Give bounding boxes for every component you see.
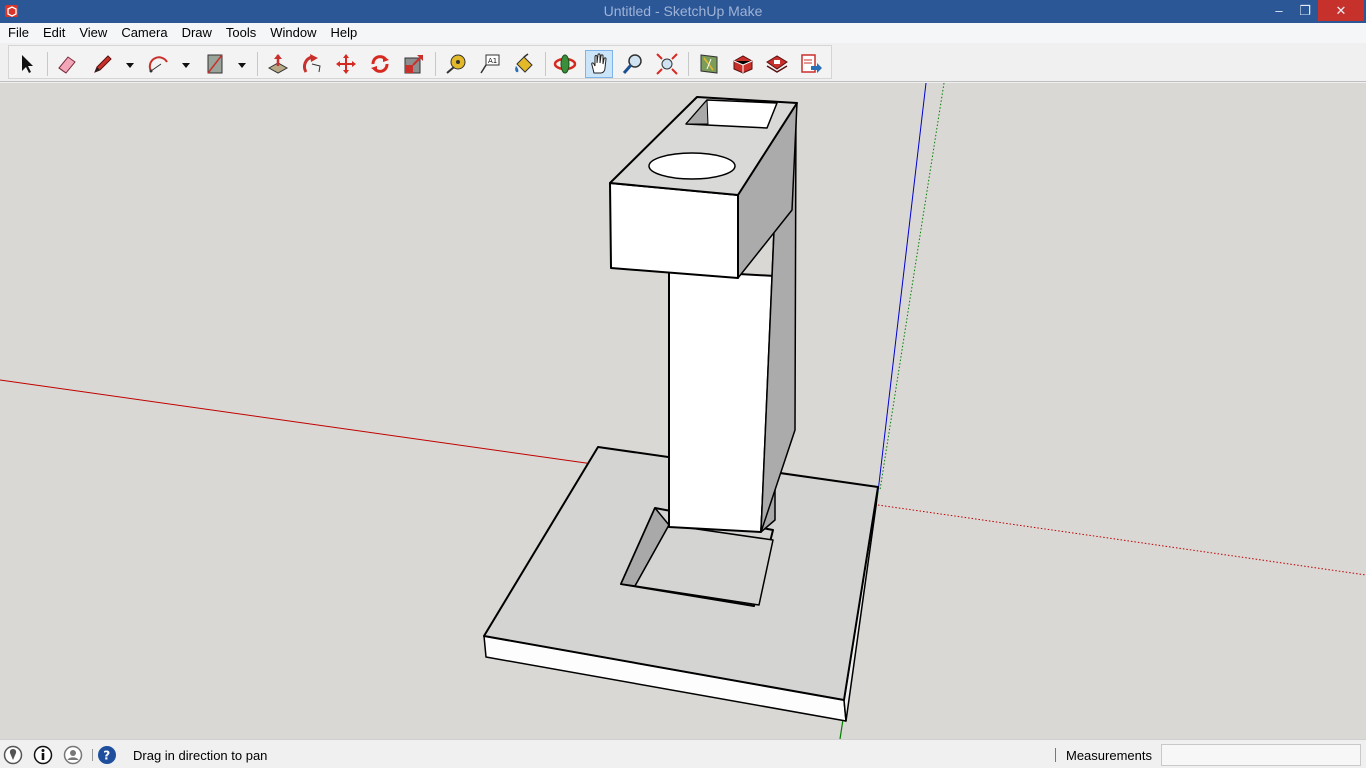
move-icon	[336, 54, 356, 74]
green-axis-dotted-line	[879, 83, 945, 491]
status-bar: ? Drag in direction to pan Measurements	[0, 739, 1366, 768]
status-message: Drag in direction to pan	[133, 748, 268, 763]
toolbar-separator	[47, 52, 48, 76]
maximize-button[interactable]: ❐	[1292, 0, 1318, 21]
chevron-down-icon[interactable]	[125, 60, 135, 70]
line-tool-button[interactable]	[89, 50, 117, 78]
tape-measure-tool-button[interactable]	[442, 50, 470, 78]
add-location-button[interactable]	[695, 50, 723, 78]
minimize-button[interactable]: ‒	[1266, 0, 1292, 21]
model-top-block	[609, 96, 798, 279]
pencil-icon	[94, 55, 112, 73]
hand-icon	[591, 53, 607, 74]
menu-bar: File Edit View Camera Draw Tools Window …	[0, 23, 1366, 43]
zoom-extents-tool-button[interactable]	[653, 50, 681, 78]
orbit-icon	[553, 54, 577, 74]
magnifier-icon	[622, 54, 642, 74]
drawing-area[interactable]	[0, 83, 1366, 739]
rectangle-icon	[207, 54, 223, 74]
scale-tool-button[interactable]	[400, 50, 428, 78]
orbit-tool-button[interactable]	[551, 50, 579, 78]
pan-tool-button[interactable]	[585, 50, 613, 78]
toolbar-separator	[435, 52, 436, 76]
arrow-cursor-icon	[22, 55, 33, 73]
toolbar-separator	[257, 52, 258, 76]
title-bar: Untitled - SketchUp Make ‒ ❐ ✕	[0, 0, 1366, 23]
select-tool-button[interactable]	[13, 50, 41, 78]
rectangle-tool-button[interactable]	[201, 50, 229, 78]
red-axis-line	[0, 379, 601, 466]
status-separator	[1055, 748, 1056, 762]
getting-started-toolbar: A1	[8, 45, 832, 79]
toolbar: A1	[0, 43, 1366, 82]
toolbar-separator	[545, 52, 546, 76]
user-icon[interactable]	[63, 745, 83, 765]
close-button[interactable]: ✕	[1318, 0, 1364, 21]
push-pull-icon	[267, 54, 289, 74]
zoom-tool-button[interactable]	[619, 50, 647, 78]
arc-tool-button[interactable]	[145, 50, 173, 78]
menu-draw[interactable]: Draw	[175, 23, 219, 43]
tape-measure-icon	[446, 54, 466, 74]
red-axis-dotted-line	[877, 504, 1366, 576]
arc-icon	[148, 56, 168, 73]
menu-file[interactable]: File	[0, 23, 36, 43]
toolbar-separator	[688, 52, 689, 76]
follow-me-tool-button[interactable]	[298, 50, 326, 78]
text-tool-button[interactable]: A1	[476, 50, 504, 78]
measurements-input[interactable]	[1161, 744, 1361, 766]
map-icon	[700, 54, 718, 74]
info-icon[interactable]	[33, 745, 53, 765]
eraser-tool-button[interactable]	[53, 50, 81, 78]
status-separator	[92, 749, 93, 761]
geo-location-icon[interactable]	[3, 745, 23, 765]
zoom-extents-icon	[656, 53, 678, 75]
window-title: Untitled - SketchUp Make	[603, 3, 763, 19]
svg-text:?: ?	[103, 749, 110, 763]
menu-tools[interactable]: Tools	[219, 23, 263, 43]
paint-bucket-tool-button[interactable]	[510, 50, 538, 78]
rotate-icon	[371, 55, 389, 73]
3d-warehouse-button[interactable]	[729, 50, 757, 78]
svg-text:A1: A1	[488, 57, 497, 65]
menu-camera[interactable]: Camera	[114, 23, 174, 43]
paint-bucket-icon	[515, 53, 533, 73]
text-icon: A1	[480, 54, 500, 74]
follow-me-icon	[303, 54, 321, 73]
extension-icon	[766, 55, 788, 73]
menu-view[interactable]: View	[72, 23, 114, 43]
extension-warehouse-button[interactable]	[763, 50, 791, 78]
menu-edit[interactable]: Edit	[36, 23, 72, 43]
move-tool-button[interactable]	[332, 50, 360, 78]
rotate-tool-button[interactable]	[366, 50, 394, 78]
help-icon[interactable]: ?	[97, 745, 117, 765]
share-model-button[interactable]	[797, 50, 825, 78]
warehouse-icon	[733, 55, 753, 74]
blue-axis-line	[877, 83, 927, 493]
model-canvas[interactable]	[0, 83, 1366, 739]
menu-window[interactable]: Window	[263, 23, 323, 43]
eraser-icon	[58, 56, 76, 74]
menu-help[interactable]: Help	[324, 23, 365, 43]
chevron-down-icon[interactable]	[237, 60, 247, 70]
chevron-down-icon[interactable]	[181, 60, 191, 70]
measurements-label: Measurements	[1066, 748, 1152, 763]
scale-icon	[404, 55, 423, 74]
share-model-icon	[801, 54, 822, 73]
push-pull-tool-button[interactable]	[264, 50, 292, 78]
